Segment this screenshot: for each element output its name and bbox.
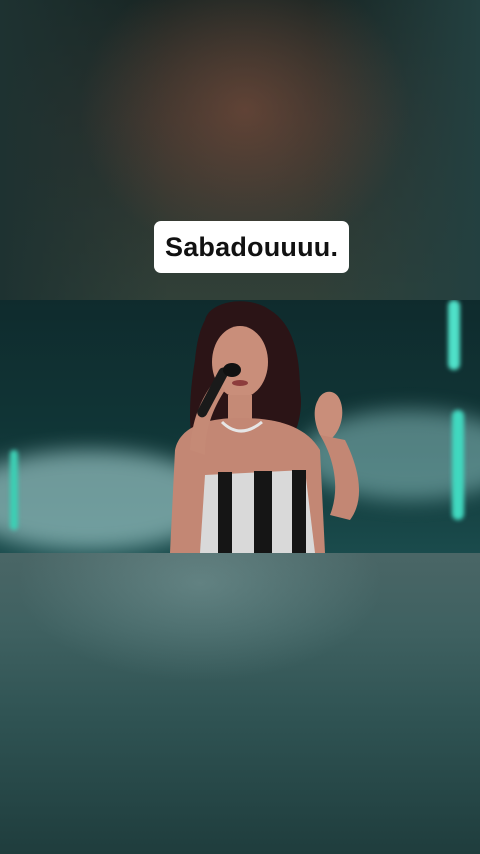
video-screen[interactable]: Sabadouuuu. xyxy=(0,0,480,854)
singer-hand xyxy=(314,391,343,440)
blurred-background-bottom xyxy=(0,553,480,854)
dress-stripe xyxy=(292,470,306,553)
caption-label: Sabadouuuu. xyxy=(154,221,350,273)
dress-stripe xyxy=(254,471,272,553)
video-frame[interactable] xyxy=(0,300,480,553)
microphone-head xyxy=(223,363,241,377)
singer-forearm xyxy=(320,435,360,520)
singer-lips xyxy=(232,380,248,386)
dress-stripe xyxy=(218,472,232,553)
singer-illustration xyxy=(170,301,360,553)
